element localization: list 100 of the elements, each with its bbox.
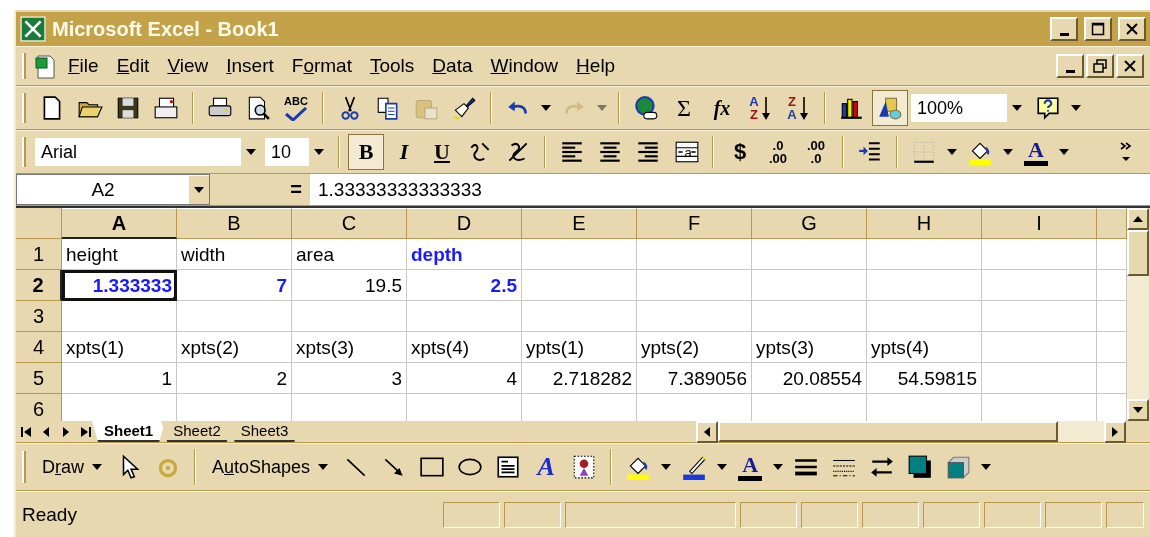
shadow-square-icon [907,454,934,480]
table-cell: 1 [62,363,177,394]
shapes-icon [877,95,903,121]
window-title: Microsoft Excel - Book1 [52,17,280,41]
column-header[interactable]: A [62,208,177,239]
column-header[interactable]: F [637,208,752,239]
row-header[interactable]: 4 [16,332,62,363]
table-cell: 19.5 [292,270,407,301]
align-center-icon [597,139,623,165]
font-color-button[interactable]: A [732,449,769,485]
font-field[interactable]: Arial [34,137,262,167]
table-cell: area [292,239,407,270]
scroll-right-button[interactable] [1104,421,1126,443]
table-cell: ypts(4) [867,332,982,363]
table-cell: height [62,239,177,270]
column-header[interactable]: D [407,208,522,239]
borders-icon [911,139,937,165]
table-cell: 54.59815 [867,363,982,394]
table-cell: 2.718282 [522,363,637,394]
menu-item[interactable]: View [159,53,217,79]
sort-descending-button[interactable]: Z A [780,90,816,126]
vertical-scrollbar[interactable] [1127,208,1149,421]
scroll-thumb[interactable] [718,421,1058,442]
insert-function-button[interactable]: fx [704,90,740,126]
status-panel [862,501,919,528]
bold-button[interactable]: B [348,134,384,170]
menu-item[interactable]: Help [568,53,624,79]
menu-item[interactable]: Data [424,53,481,79]
restore-button[interactable] [1086,54,1114,78]
scroll-left-button[interactable] [696,421,718,443]
menu-item[interactable]: Insert [218,53,282,79]
row-header[interactable]: 3 [16,301,62,332]
caret-icon [1133,407,1143,413]
caret-icon [773,464,784,470]
scroll-up-button[interactable] [1127,208,1149,230]
status-panel [504,501,562,528]
table-cell: xpts(1) [62,332,177,363]
status-panel [801,501,858,528]
table-cell: ypts(1) [522,332,637,363]
drawing-button[interactable] [872,90,908,126]
italic-button[interactable]: I [386,134,422,170]
table-cell: depth [407,239,522,270]
caret-icon [1003,149,1013,155]
column-header[interactable]: H [867,208,982,239]
row-header[interactable]: 1 [16,239,62,270]
close-button[interactable] [1118,17,1146,41]
sort-ascending-button[interactable]: A Z [742,90,778,126]
zoom-field[interactable]: 100% [910,93,1028,123]
menu-item[interactable]: Edit [108,53,158,79]
autoshapes-menu-button[interactable]: AutoShapes [204,450,337,484]
autosum-button[interactable]: Σ [666,90,702,126]
column-header[interactable]: G [752,208,867,239]
row-header[interactable]: 5 [16,363,62,394]
menu-item[interactable]: Format [283,53,360,79]
status-text: Ready [22,503,78,526]
minimize-button[interactable] [1056,54,1084,78]
chevron-icon [1119,140,1133,164]
maximize-button[interactable] [1084,17,1112,41]
menu-item[interactable]: Tools [361,53,423,79]
pen-icon [681,454,708,480]
caret-icon [717,464,728,470]
decrease-decimal-button[interactable]: .00 .0 [798,134,834,170]
wordart-button[interactable]: A [528,449,565,485]
font-color-button[interactable]: A [1018,134,1054,170]
status-panel [443,501,501,528]
font-size-field[interactable]: 10 [264,137,330,167]
spelling-button[interactable]: ABC [278,90,314,126]
menu-item[interactable]: Window [482,53,567,79]
column-header[interactable]: C [292,208,407,239]
left-arrow-icon [704,427,710,437]
align-right-icon [635,139,661,165]
column-header[interactable]: I [982,208,1097,239]
row-header[interactable]: 2 [16,270,62,301]
column-header[interactable]: E [522,208,637,239]
minimize-button[interactable] [1050,17,1078,41]
equals-sign: = [289,177,303,202]
menu-item[interactable]: File [60,53,107,79]
caret-icon [246,149,256,155]
formula-field[interactable]: 1.33333333333333 [310,174,1150,205]
scroll-thumb[interactable] [1127,230,1149,276]
right-arrow-icon [1112,427,1118,437]
status-panel [923,501,980,528]
name-box[interactable]: A2 [16,174,210,205]
horizontal-scrollbar[interactable] [696,421,1126,442]
caret-icon [597,105,607,111]
caret-icon [314,149,324,155]
column-header[interactable]: B [177,208,292,239]
table-cell: width [177,239,292,270]
double-arrows-icon [869,454,896,480]
table-cell: xpts(2) [177,332,292,363]
currency-button[interactable]: $ [722,134,758,170]
scroll-down-button[interactable] [1127,399,1149,421]
underline-button[interactable]: U [424,134,460,170]
close-button[interactable] [1116,54,1144,78]
increase-decimal-button[interactable]: .0 .00 [760,134,796,170]
table-cell: 4 [407,363,522,394]
table-cell: xpts(4) [407,332,522,363]
table-cell: 2 [177,363,292,394]
table-cell: ypts(2) [637,332,752,363]
draw-menu-button[interactable]: Draw [34,450,110,484]
